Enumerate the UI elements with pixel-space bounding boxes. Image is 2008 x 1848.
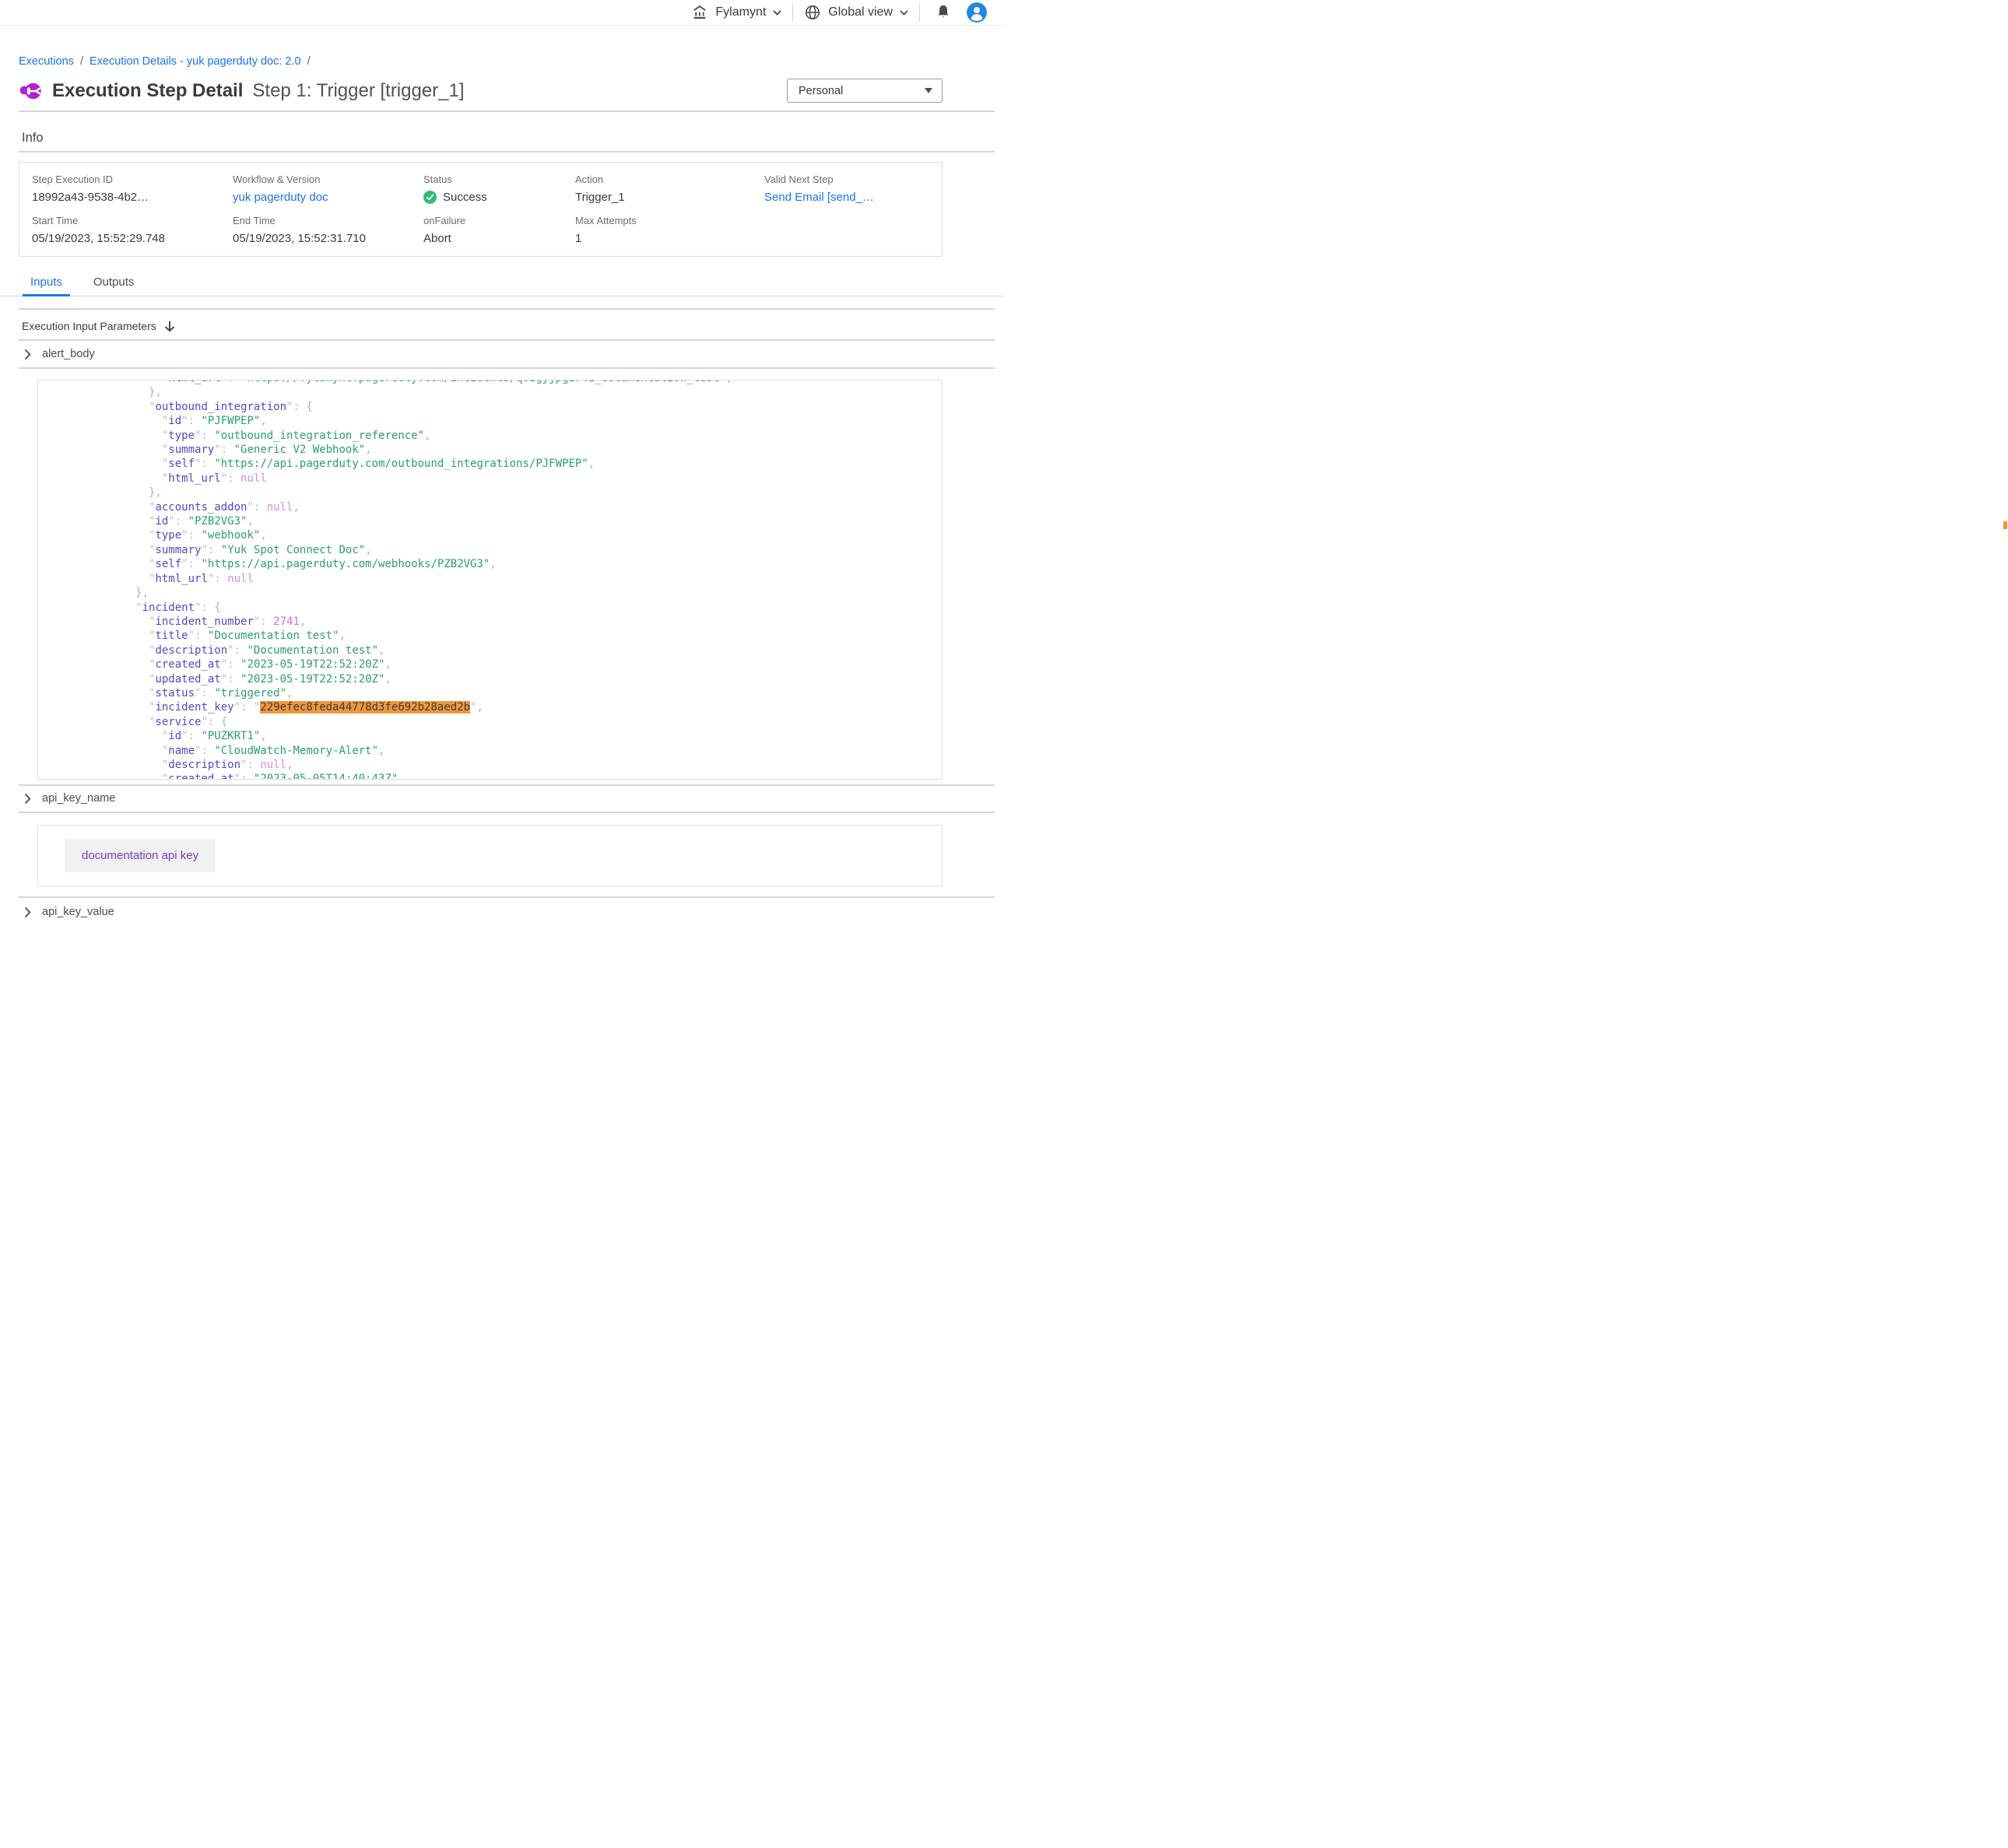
next-step-link[interactable]: Send Email [send_… bbox=[764, 191, 874, 204]
view-switcher[interactable]: Global view bbox=[804, 4, 908, 21]
field-action: Action Trigger_1 bbox=[575, 174, 764, 204]
bank-icon bbox=[691, 4, 708, 21]
section-label: api_key_name bbox=[42, 792, 115, 805]
page-title: Execution Step Detail bbox=[52, 80, 243, 102]
chevron-right-icon bbox=[25, 907, 31, 917]
section-alert-body[interactable]: alert_body bbox=[25, 348, 1004, 360]
divider bbox=[19, 784, 995, 786]
top-bar: Fylamynt Global view bbox=[0, 0, 1004, 26]
code-block: "html_url": "https://fylamynt.pagerduty.… bbox=[38, 380, 942, 780]
chevron-right-icon bbox=[25, 349, 31, 359]
divider bbox=[19, 151, 995, 153]
section-label: api_key_value bbox=[42, 906, 114, 918]
section-api-key-value[interactable]: api_key_value bbox=[25, 906, 1004, 918]
chevron-down-icon bbox=[773, 10, 781, 16]
field-status: Status Success bbox=[423, 174, 575, 204]
field-workflow-version: Workflow & Version yuk pagerduty doc bbox=[233, 174, 423, 204]
notification-bell-icon[interactable] bbox=[936, 4, 951, 21]
breadcrumb-execution-details[interactable]: Execution Details - yuk pagerduty doc: 2… bbox=[90, 55, 301, 68]
chevron-right-icon bbox=[25, 794, 31, 804]
breadcrumb-separator: / bbox=[307, 55, 311, 68]
view-label: Global view bbox=[828, 5, 893, 19]
field-valid-next-step: Valid Next Step Send Email [send_… bbox=[764, 174, 934, 204]
field-onfailure: onFailure Abort bbox=[423, 215, 575, 245]
globe-icon bbox=[804, 4, 821, 21]
caret-down-icon bbox=[925, 88, 932, 93]
topbar-divider bbox=[792, 3, 793, 22]
section-api-key-name[interactable]: api_key_name bbox=[25, 792, 1004, 805]
tab-outputs[interactable]: Outputs bbox=[86, 272, 142, 296]
execution-input-parameters-header[interactable]: Execution Input Parameters bbox=[22, 320, 1004, 332]
breadcrumb: Executions / Execution Details - yuk pag… bbox=[19, 55, 995, 68]
divider bbox=[19, 339, 995, 341]
field-start-time: Start Time 05/19/2023, 15:52:29.748 bbox=[32, 215, 233, 245]
topbar-divider bbox=[919, 3, 920, 22]
api-key-name-card: documentation api key bbox=[37, 825, 943, 886]
info-card: Step Execution ID 18992a43-9538-4b2… Wor… bbox=[19, 162, 943, 257]
api-key-name-value: documentation api key bbox=[65, 839, 216, 872]
tab-inputs[interactable]: Inputs bbox=[23, 272, 70, 296]
scope-select-value: Personal bbox=[799, 85, 843, 97]
arrow-down-icon[interactable] bbox=[164, 321, 175, 332]
scope-select[interactable]: Personal bbox=[787, 79, 943, 103]
field-step-execution-id: Step Execution ID 18992a43-9538-4b2… bbox=[32, 174, 233, 204]
divider bbox=[19, 367, 995, 369]
org-label: Fylamynt bbox=[715, 5, 766, 19]
field-end-time: End Time 05/19/2023, 15:52:31.710 bbox=[233, 215, 423, 245]
divider bbox=[19, 896, 995, 898]
tab-bar: Inputs Outputs bbox=[0, 272, 1004, 296]
section-label: alert_body bbox=[42, 348, 95, 360]
divider bbox=[19, 812, 995, 813]
status-text: Success bbox=[443, 191, 487, 204]
title-row: Execution Step Detail Step 1: Trigger [t… bbox=[19, 79, 943, 103]
divider bbox=[19, 110, 995, 112]
page-subtitle: Step 1: Trigger [trigger_1] bbox=[252, 80, 464, 102]
info-heading: Info bbox=[22, 131, 1004, 146]
org-switcher[interactable]: Fylamynt bbox=[691, 4, 781, 21]
divider bbox=[19, 308, 995, 310]
breadcrumb-executions[interactable]: Executions bbox=[19, 55, 74, 68]
breadcrumb-separator: / bbox=[80, 55, 83, 68]
alert-body-json-viewer: "html_url": "https://fylamynt.pagerduty.… bbox=[37, 380, 943, 780]
success-check-icon bbox=[423, 191, 437, 204]
workflow-link[interactable]: yuk pagerduty doc bbox=[233, 191, 328, 204]
field-max-attempts: Max Attempts 1 bbox=[575, 215, 764, 245]
scrollbar-highlight-marker bbox=[2003, 521, 2007, 529]
chevron-down-icon bbox=[900, 10, 908, 16]
workflow-step-icon bbox=[19, 79, 42, 103]
user-avatar[interactable] bbox=[967, 2, 987, 23]
